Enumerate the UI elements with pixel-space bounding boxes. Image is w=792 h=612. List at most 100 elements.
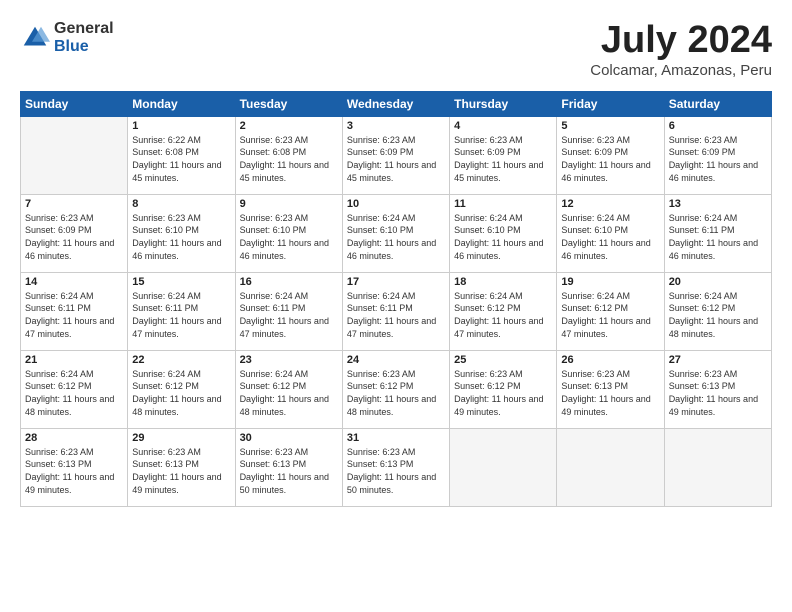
- day-number: 13: [669, 198, 767, 210]
- day-header: Sunday: [21, 91, 128, 116]
- day-number: 23: [240, 354, 338, 366]
- calendar-cell: 9 Sunrise: 6:23 AMSunset: 6:10 PMDaylight…: [235, 194, 342, 272]
- calendar-cell: 27 Sunrise: 6:23 AMSunset: 6:13 PMDayligh…: [664, 350, 771, 428]
- day-info: Sunrise: 6:23 AMSunset: 6:10 PMDaylight:…: [240, 212, 338, 262]
- calendar-cell: 31 Sunrise: 6:23 AMSunset: 6:13 PMDayligh…: [342, 428, 449, 506]
- day-info: Sunrise: 6:23 AMSunset: 6:13 PMDaylight:…: [669, 368, 767, 418]
- day-number: 4: [454, 120, 552, 132]
- calendar-cell: 7 Sunrise: 6:23 AMSunset: 6:09 PMDaylight…: [21, 194, 128, 272]
- day-info: Sunrise: 6:24 AMSunset: 6:12 PMDaylight:…: [240, 368, 338, 418]
- day-number: 8: [132, 198, 230, 210]
- calendar-cell: [557, 428, 664, 506]
- day-number: 16: [240, 276, 338, 288]
- day-header: Tuesday: [235, 91, 342, 116]
- calendar-cell: 4 Sunrise: 6:23 AMSunset: 6:09 PMDaylight…: [450, 116, 557, 194]
- day-info: Sunrise: 6:23 AMSunset: 6:09 PMDaylight:…: [561, 134, 659, 184]
- calendar-cell: [664, 428, 771, 506]
- calendar-cell: 10 Sunrise: 6:24 AMSunset: 6:10 PMDayligh…: [342, 194, 449, 272]
- day-number: 28: [25, 432, 123, 444]
- day-info: Sunrise: 6:24 AMSunset: 6:11 PMDaylight:…: [25, 290, 123, 340]
- calendar-cell: 17 Sunrise: 6:24 AMSunset: 6:11 PMDayligh…: [342, 272, 449, 350]
- day-info: Sunrise: 6:23 AMSunset: 6:09 PMDaylight:…: [347, 134, 445, 184]
- calendar-cell: 25Sunrise: 6:23 AMSunset: 6:12 PMDayligh…: [450, 350, 557, 428]
- day-number: 29: [132, 432, 230, 444]
- logo: General Blue: [20, 20, 114, 56]
- calendar-week-row: 14 Sunrise: 6:24 AMSunset: 6:11 PMDayligh…: [21, 272, 772, 350]
- day-number: 1: [132, 120, 230, 132]
- day-number: 30: [240, 432, 338, 444]
- day-number: 24: [347, 354, 445, 366]
- calendar-cell: 18Sunrise: 6:24 AMSunset: 6:12 PMDayligh…: [450, 272, 557, 350]
- day-number: 7: [25, 198, 123, 210]
- page-header: General Blue July 2024 Colcamar, Amazona…: [20, 20, 772, 79]
- logo-text: General Blue: [54, 20, 114, 56]
- calendar-week-row: 28 Sunrise: 6:23 AMSunset: 6:13 PMDayligh…: [21, 428, 772, 506]
- calendar-cell: 26 Sunrise: 6:23 AMSunset: 6:13 PMDayligh…: [557, 350, 664, 428]
- logo-blue: Blue: [54, 38, 114, 56]
- day-number: 11: [454, 198, 552, 210]
- day-info: Sunrise: 6:23 AMSunset: 6:09 PMDaylight:…: [25, 212, 123, 262]
- day-info: Sunrise: 6:24 AMSunset: 6:10 PMDaylight:…: [454, 212, 552, 262]
- day-number: 31: [347, 432, 445, 444]
- day-number: 6: [669, 120, 767, 132]
- calendar-cell: 22Sunrise: 6:24 AMSunset: 6:12 PMDayligh…: [128, 350, 235, 428]
- day-info: Sunrise: 6:24 AMSunset: 6:12 PMDaylight:…: [561, 290, 659, 340]
- day-info: Sunrise: 6:24 AMSunset: 6:12 PMDaylight:…: [454, 290, 552, 340]
- day-info: Sunrise: 6:24 AMSunset: 6:11 PMDaylight:…: [347, 290, 445, 340]
- day-info: Sunrise: 6:24 AMSunset: 6:12 PMDaylight:…: [669, 290, 767, 340]
- day-number: 27: [669, 354, 767, 366]
- calendar-cell: 23 Sunrise: 6:24 AMSunset: 6:12 PMDayligh…: [235, 350, 342, 428]
- day-info: Sunrise: 6:22 AMSunset: 6:08 PMDaylight:…: [132, 134, 230, 184]
- day-info: Sunrise: 6:24 AMSunset: 6:10 PMDaylight:…: [561, 212, 659, 262]
- calendar-cell: 28 Sunrise: 6:23 AMSunset: 6:13 PMDayligh…: [21, 428, 128, 506]
- day-info: Sunrise: 6:23 AMSunset: 6:08 PMDaylight:…: [240, 134, 338, 184]
- day-info: Sunrise: 6:23 AMSunset: 6:13 PMDaylight:…: [25, 446, 123, 496]
- day-number: 12: [561, 198, 659, 210]
- day-header: Wednesday: [342, 91, 449, 116]
- calendar-cell: 5 Sunrise: 6:23 AMSunset: 6:09 PMDaylight…: [557, 116, 664, 194]
- calendar-cell: 21 Sunrise: 6:24 AMSunset: 6:12 PMDayligh…: [21, 350, 128, 428]
- day-info: Sunrise: 6:24 AMSunset: 6:10 PMDaylight:…: [347, 212, 445, 262]
- day-number: 15: [132, 276, 230, 288]
- calendar-cell: 15 Sunrise: 6:24 AMSunset: 6:11 PMDayligh…: [128, 272, 235, 350]
- day-number: 26: [561, 354, 659, 366]
- calendar-cell: 6Sunrise: 6:23 AMSunset: 6:09 PMDaylight…: [664, 116, 771, 194]
- day-number: 17: [347, 276, 445, 288]
- calendar-cell: 12 Sunrise: 6:24 AMSunset: 6:10 PMDayligh…: [557, 194, 664, 272]
- day-number: 2: [240, 120, 338, 132]
- day-header: Saturday: [664, 91, 771, 116]
- day-number: 22: [132, 354, 230, 366]
- calendar-cell: 19Sunrise: 6:24 AMSunset: 6:12 PMDayligh…: [557, 272, 664, 350]
- day-number: 9: [240, 198, 338, 210]
- logo-icon: [20, 23, 50, 53]
- day-info: Sunrise: 6:23 AMSunset: 6:13 PMDaylight:…: [240, 446, 338, 496]
- page-container: General Blue July 2024 Colcamar, Amazona…: [0, 0, 792, 517]
- day-number: 14: [25, 276, 123, 288]
- month-title: July 2024: [590, 20, 772, 62]
- day-number: 5: [561, 120, 659, 132]
- calendar-cell: 29Sunrise: 6:23 AMSunset: 6:13 PMDayligh…: [128, 428, 235, 506]
- day-number: 3: [347, 120, 445, 132]
- calendar-cell: 24Sunrise: 6:23 AMSunset: 6:12 PMDayligh…: [342, 350, 449, 428]
- calendar-cell: 8Sunrise: 6:23 AMSunset: 6:10 PMDaylight…: [128, 194, 235, 272]
- calendar-cell: 16Sunrise: 6:24 AMSunset: 6:11 PMDayligh…: [235, 272, 342, 350]
- title-block: July 2024 Colcamar, Amazonas, Peru: [590, 20, 772, 79]
- day-info: Sunrise: 6:23 AMSunset: 6:09 PMDaylight:…: [454, 134, 552, 184]
- logo-general: General: [54, 20, 114, 38]
- calendar-cell: 11 Sunrise: 6:24 AMSunset: 6:10 PMDayligh…: [450, 194, 557, 272]
- day-info: Sunrise: 6:24 AMSunset: 6:12 PMDaylight:…: [25, 368, 123, 418]
- calendar-cell: 13Sunrise: 6:24 AMSunset: 6:11 PMDayligh…: [664, 194, 771, 272]
- day-info: Sunrise: 6:23 AMSunset: 6:13 PMDaylight:…: [347, 446, 445, 496]
- calendar-table: SundayMondayTuesdayWednesdayThursdayFrid…: [20, 91, 772, 507]
- day-number: 10: [347, 198, 445, 210]
- calendar-cell: 30 Sunrise: 6:23 AMSunset: 6:13 PMDayligh…: [235, 428, 342, 506]
- day-header: Friday: [557, 91, 664, 116]
- day-number: 21: [25, 354, 123, 366]
- day-info: Sunrise: 6:24 AMSunset: 6:11 PMDaylight:…: [132, 290, 230, 340]
- calendar-cell: 20Sunrise: 6:24 AMSunset: 6:12 PMDayligh…: [664, 272, 771, 350]
- calendar-week-row: 1 Sunrise: 6:22 AMSunset: 6:08 PMDaylight…: [21, 116, 772, 194]
- location: Colcamar, Amazonas, Peru: [590, 62, 772, 79]
- calendar-cell: [450, 428, 557, 506]
- day-header: Thursday: [450, 91, 557, 116]
- day-info: Sunrise: 6:23 AMSunset: 6:13 PMDaylight:…: [561, 368, 659, 418]
